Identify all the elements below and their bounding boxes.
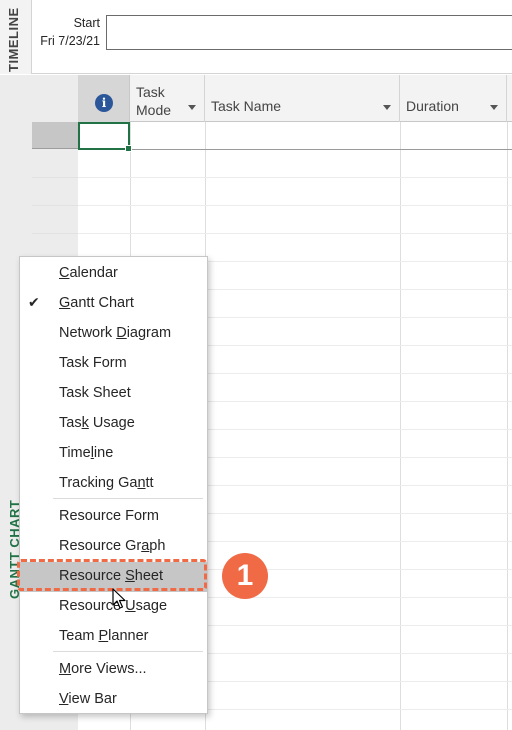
- menu-item-label: Team Planner: [59, 628, 148, 644]
- grid-column-line: [507, 122, 508, 730]
- grid-row-line: [78, 205, 512, 206]
- menu-item-task-form[interactable]: Task Form: [20, 349, 207, 379]
- menu-label-part: Time: [59, 445, 91, 461]
- menu-item-label: Tracking Gantt: [59, 475, 154, 491]
- menu-label-part: ph: [149, 538, 166, 554]
- menu-label-part: Network: [59, 325, 117, 341]
- menu-item-more-views[interactable]: More Views...: [20, 655, 207, 685]
- menu-item-label: Task Form: [59, 355, 127, 371]
- menu-label-mnemonic: C: [59, 265, 70, 281]
- column-header-task-name[interactable]: Task Name: [205, 75, 400, 122]
- grid-row-line: [78, 233, 512, 234]
- menu-item-calendar[interactable]: Calendar: [20, 259, 207, 289]
- row-header-selected[interactable]: [32, 122, 78, 149]
- view-context-menu: Calendar ✔ Gantt Chart Network Diagram Task …: [19, 256, 208, 714]
- menu-label-part: Task Form: [59, 355, 127, 371]
- menu-label-part: tt: [145, 475, 154, 491]
- menu-item-label: Task Sheet: [59, 385, 131, 401]
- menu-label-part: Resource Form: [59, 508, 159, 524]
- row-header-line: [32, 177, 78, 178]
- menu-label-part: antt Chart: [70, 295, 134, 311]
- row-header-line: [32, 233, 78, 234]
- menu-item-label: Network Diagram: [59, 325, 171, 341]
- menu-label-part: sage: [135, 598, 168, 614]
- grid-column-line: [400, 122, 401, 730]
- menu-item-tracking-gantt[interactable]: Tracking Gantt: [20, 469, 207, 499]
- menu-item-timeline[interactable]: Timeline: [20, 439, 207, 469]
- menu-label-part: Task Sheet: [59, 385, 131, 401]
- timeline-bar[interactable]: [106, 15, 512, 50]
- chevron-down-icon[interactable]: [383, 105, 391, 110]
- menu-item-label: Task Usage: [59, 415, 135, 431]
- column-header-duration[interactable]: Duration: [400, 75, 507, 122]
- timeline-side-label: TIMELINE: [6, 7, 21, 72]
- menu-label-part: lanner: [108, 628, 149, 644]
- column-header-task-mode-label: Task Mode: [136, 83, 171, 119]
- menu-label-mnemonic: k: [81, 415, 89, 431]
- menu-label-part: ore Views...: [71, 661, 147, 677]
- menu-item-label: Gantt Chart: [59, 295, 134, 311]
- column-header-task-mode[interactable]: Task Mode: [130, 75, 205, 122]
- menu-item-view-bar[interactable]: View Bar: [20, 685, 207, 715]
- menu-label-part: Resource Gr: [59, 538, 142, 554]
- menu-label-mnemonic: n: [137, 475, 146, 491]
- column-header-task-name-label: Task Name: [211, 98, 282, 114]
- menu-item-team-planner[interactable]: Team Planner: [20, 622, 207, 652]
- task-mode-line2: Mode: [136, 102, 172, 118]
- highlight-annotation-box: [17, 559, 207, 591]
- menu-label-part: alendar: [69, 265, 118, 281]
- menu-item-label: Resource Graph: [59, 538, 165, 554]
- menu-label-mnemonic: G: [59, 295, 71, 311]
- menu-label-mnemonic: M: [59, 661, 72, 677]
- chevron-down-icon[interactable]: [490, 105, 498, 110]
- task-mode-line1: Task: [136, 84, 165, 100]
- timeline-side-strip: TIMELINE: [0, 0, 32, 74]
- menu-item-label: View Bar: [59, 691, 117, 707]
- menu-label-mnemonic: P: [98, 628, 109, 644]
- mouse-cursor-icon: [112, 588, 126, 609]
- checkmark-icon: ✔: [28, 294, 40, 310]
- menu-label-part: Tas: [59, 415, 82, 431]
- menu-label-part: ine: [93, 445, 114, 461]
- step-number-badge: 1: [222, 553, 268, 599]
- menu-item-network-diagram[interactable]: Network Diagram: [20, 319, 207, 349]
- menu-label-mnemonic: V: [59, 691, 69, 707]
- menu-item-resource-form[interactable]: Resource Form: [20, 502, 207, 532]
- timeline-start: Start Fri 7/23/21: [32, 14, 100, 50]
- menu-label-part: iew Bar: [68, 691, 117, 707]
- menu-label-part: iagram: [126, 325, 172, 341]
- menu-item-label: More Views...: [59, 661, 147, 677]
- menu-item-task-usage[interactable]: Task Usage: [20, 409, 207, 439]
- menu-item-label: Timeline: [59, 445, 113, 461]
- menu-item-resource-graph[interactable]: Resource Graph: [20, 532, 207, 562]
- menu-label-mnemonic: D: [116, 325, 127, 341]
- menu-item-label: Calendar: [59, 265, 118, 281]
- chevron-down-icon[interactable]: [188, 105, 196, 110]
- timeline-start-label: Start: [73, 16, 100, 30]
- info-icon: i: [95, 94, 113, 112]
- menu-label-mnemonic: U: [125, 598, 136, 614]
- menu-item-gantt-chart[interactable]: ✔ Gantt Chart: [20, 289, 207, 319]
- timeline-start-date: Fri 7/23/21: [40, 34, 100, 48]
- menu-item-label: Resource Form: [59, 508, 159, 524]
- menu-label-part: Team: [59, 628, 99, 644]
- grid-row-divider: [78, 149, 512, 150]
- menu-label-part: Tracking Ga: [59, 475, 138, 491]
- row-header-line: [32, 205, 78, 206]
- active-cell[interactable]: [78, 122, 132, 152]
- column-header-duration-label: Duration: [406, 98, 459, 114]
- grid-row-line: [78, 177, 512, 178]
- menu-item-task-sheet[interactable]: Task Sheet: [20, 379, 207, 409]
- menu-label-part: Usage: [88, 415, 135, 431]
